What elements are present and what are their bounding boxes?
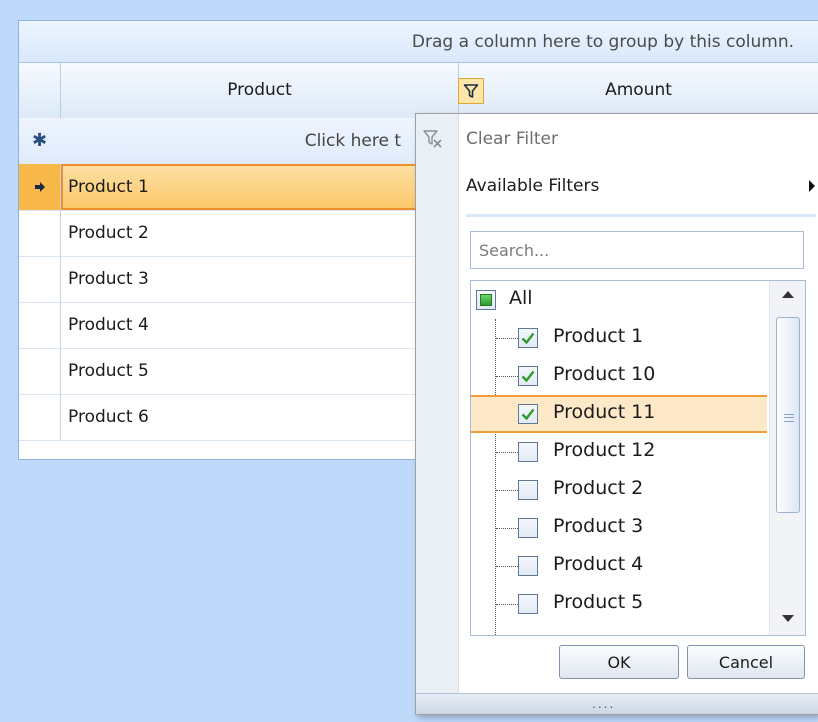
- tree-item[interactable]: Product 2: [471, 471, 767, 509]
- table-cell-product[interactable]: Product 5: [61, 348, 459, 394]
- tree-item-label: Product 2: [553, 477, 644, 499]
- tree-item[interactable]: Product 1: [471, 319, 767, 357]
- tree-item[interactable]: Product 10: [471, 357, 767, 395]
- tree-item[interactable]: Product 5: [471, 585, 767, 623]
- tree-item-label: Product 10: [553, 363, 656, 385]
- submenu-arrow-icon: [809, 180, 815, 192]
- cancel-button[interactable]: Cancel: [687, 645, 805, 679]
- table-cell-product[interactable]: Product 6: [61, 394, 459, 440]
- group-panel[interactable]: Drag a column here to group by this colu…: [19, 21, 818, 63]
- row-indicator-header: [19, 63, 61, 118]
- row-indicator: [19, 348, 61, 394]
- row-indicator: [19, 256, 61, 302]
- tree-item[interactable]: Product 12: [471, 433, 767, 471]
- column-header-product-label: Product: [227, 80, 292, 100]
- asterisk-icon: ✱: [31, 130, 48, 151]
- scroll-down-arrow-icon[interactable]: [782, 615, 794, 622]
- row-indicator: [19, 164, 61, 210]
- tree-item-label: Product 1: [553, 325, 644, 347]
- available-filters-label: Available Filters: [466, 176, 600, 196]
- check-icon: [521, 408, 535, 421]
- clear-filter-label: Clear Filter: [466, 129, 558, 149]
- checkbox-unchecked[interactable]: [518, 518, 538, 538]
- tree-item-label: Product 4: [553, 553, 644, 575]
- tree-item-label: Product 5: [553, 591, 644, 613]
- row-indicator: [19, 302, 61, 348]
- tree-item-label: Product 12: [553, 439, 656, 461]
- new-row-text: Click here t: [304, 131, 401, 151]
- indeterminate-checkbox[interactable]: [476, 290, 496, 310]
- table-cell-product[interactable]: Product 4: [61, 302, 459, 348]
- checkbox-unchecked[interactable]: [518, 556, 538, 576]
- checkbox-checked[interactable]: [518, 404, 538, 424]
- column-header-product[interactable]: Product: [61, 63, 484, 118]
- popup-resize-handle[interactable]: ....: [416, 693, 818, 714]
- tree-item[interactable]: Product 3: [471, 509, 767, 547]
- current-row-arrow-icon: [34, 182, 45, 192]
- menu-separator: [466, 214, 816, 217]
- clear-filter-icon: [423, 130, 442, 148]
- checkbox-checked[interactable]: [518, 366, 538, 386]
- clear-filter-menu-item[interactable]: Clear Filter: [416, 122, 818, 158]
- tree-item-all[interactable]: All: [471, 281, 767, 319]
- column-header-amount-label: Amount: [605, 80, 672, 100]
- header-row: Product Amount: [19, 63, 818, 119]
- row-indicator: [19, 210, 61, 256]
- table-cell-product[interactable]: Product 2: [61, 210, 459, 256]
- column-header-amount[interactable]: Amount: [459, 63, 818, 118]
- tree-item-highlighted[interactable]: Product 11: [471, 395, 767, 433]
- filter-search-input[interactable]: [470, 231, 804, 269]
- ok-button[interactable]: OK: [559, 645, 679, 679]
- checkbox-unchecked[interactable]: [518, 442, 538, 462]
- table-cell-product[interactable]: Product 3: [61, 256, 459, 302]
- available-filters-menu-item[interactable]: Available Filters: [416, 170, 818, 206]
- tree-scrollbar[interactable]: [769, 281, 805, 635]
- filter-value-tree: All Product 1 Product 10 Product 11 Prod…: [470, 280, 806, 636]
- check-icon: [521, 370, 535, 383]
- scrollbar-grip-icon: [784, 414, 794, 422]
- checkbox-unchecked[interactable]: [518, 594, 538, 614]
- tree-item-label: All: [509, 287, 533, 309]
- scroll-up-arrow-icon[interactable]: [782, 291, 794, 298]
- table-cell-product[interactable]: Product 1: [61, 164, 459, 210]
- tree-item[interactable]: Product 4: [471, 547, 767, 585]
- tree-item-label: Product 3: [553, 515, 644, 537]
- check-icon: [521, 332, 535, 345]
- group-panel-text: Drag a column here to group by this colu…: [411, 32, 794, 52]
- tree-item-label: Product 11: [553, 401, 656, 423]
- checkbox-checked[interactable]: [518, 328, 538, 348]
- scrollbar-thumb[interactable]: [776, 317, 800, 513]
- resize-grip-icon: ....: [592, 697, 616, 711]
- checkbox-unchecked[interactable]: [518, 480, 538, 500]
- row-indicator: [19, 394, 61, 440]
- filter-popup: Clear Filter Available Filters All Produ…: [415, 113, 818, 715]
